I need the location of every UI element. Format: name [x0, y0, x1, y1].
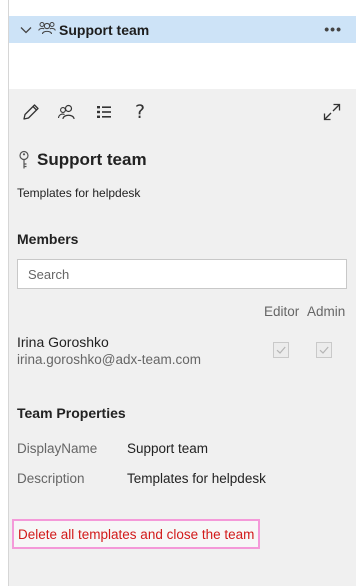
team-properties-title: Team Properties [17, 405, 126, 421]
property-value: Support team [127, 441, 209, 456]
editor-column-header: Editor [264, 304, 300, 319]
help-button[interactable]: ? [129, 101, 151, 123]
edit-button[interactable] [20, 101, 42, 123]
members-icon [57, 104, 75, 120]
key-icon [19, 150, 29, 169]
property-label: Description [17, 471, 85, 486]
expand-button[interactable] [321, 101, 343, 123]
member-email: irina.goroshko@adx-team.com [17, 352, 202, 367]
members-search-input[interactable] [17, 259, 347, 289]
members-button[interactable] [56, 101, 78, 123]
team-icon [38, 22, 56, 35]
checkmark-icon [319, 346, 329, 354]
team-title: Support team [37, 150, 147, 169]
more-options-button[interactable]: ••• [324, 21, 342, 37]
members-section-title: Members [17, 231, 79, 247]
list-view-button[interactable] [93, 101, 115, 123]
property-label: DisplayName [17, 441, 98, 456]
property-value: Templates for helpdesk [127, 471, 266, 486]
list-icon [97, 106, 111, 118]
admin-column-header: Admin [307, 304, 346, 319]
chevron-down-icon[interactable] [20, 24, 32, 36]
delete-templates-close-team-link[interactable]: Delete all templates and close the team [12, 519, 261, 549]
member-name: Irina Goroshko [17, 334, 109, 350]
details-panel: ? Support team Templates for helpdesk Me… [9, 89, 356, 586]
checkmark-icon [276, 346, 286, 354]
team-heading: Support team [17, 150, 147, 170]
expand-icon [323, 103, 341, 121]
help-icon: ? [134, 101, 146, 123]
team-description: Templates for helpdesk [17, 186, 141, 200]
team-tree-row[interactable]: Support team ••• [9, 16, 356, 43]
team-tree-label: Support team [59, 22, 150, 38]
pencil-icon [23, 104, 39, 120]
admin-checkbox[interactable] [316, 342, 332, 358]
editor-checkbox[interactable] [273, 342, 289, 358]
